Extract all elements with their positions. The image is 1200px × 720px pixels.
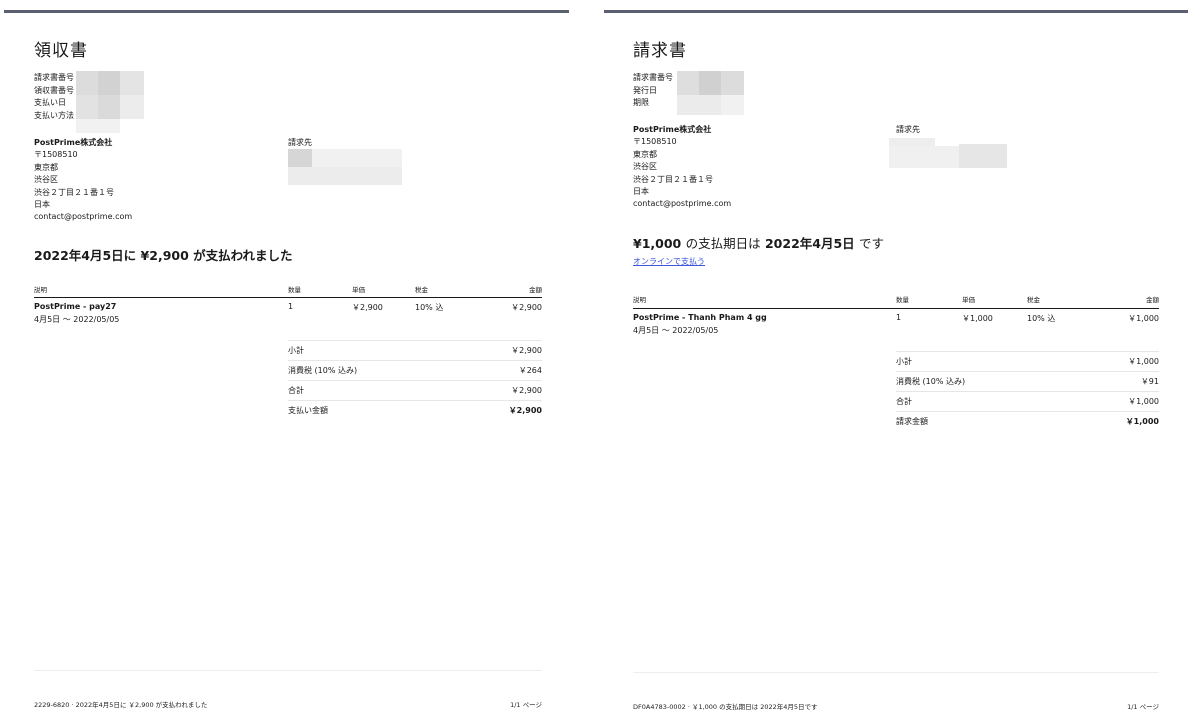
item-unit-price: ￥2,900: [352, 303, 383, 312]
invoice-title: 請求書: [633, 41, 687, 61]
headline-suffix: です: [859, 236, 885, 251]
seller-address-block: PostPrime株式会社 〒1508510 東京都 渋谷区 渋谷２丁目２１番１…: [633, 124, 731, 211]
col-quantity: 数量: [896, 296, 909, 304]
item-period: 4月5日 ～ 2022/05/05: [34, 315, 120, 324]
seller-prefecture: 東京都: [34, 162, 58, 172]
headline-suffix: が支払われました: [193, 248, 293, 263]
footer-rule: [633, 672, 1159, 673]
receipt-meta-labels: 請求書番号 領収書番号 支払い日 支払い方法: [34, 72, 74, 122]
due-headline: ¥1,000 の支払期日は 2022年4月5日 です: [633, 233, 884, 252]
pay-online-link[interactable]: オンラインで支払う: [633, 256, 705, 267]
seller-postal: 〒1508510: [633, 137, 677, 147]
seller-postal: 〒1508510: [34, 150, 78, 160]
page-top-bar: [604, 10, 1188, 13]
headline-amount: ¥2,900: [140, 248, 189, 263]
receipt-title: 領収書: [34, 41, 88, 61]
meta-label-issue-date: 発行日: [633, 85, 657, 95]
seller-street: 渋谷２丁目２１番１号: [34, 187, 114, 197]
headline-mid: の支払期日は: [685, 236, 761, 251]
line-items-header: 説明 数量 単価 税金 金額: [633, 294, 1159, 304]
footer-page-number: 1/1 ページ: [1127, 703, 1159, 711]
bill-to-label: 請求先: [288, 138, 312, 147]
item-description: PostPrime - Thanh Pham 4 gg: [633, 313, 767, 322]
summary-block: 小計 ￥1,000 消費税 (10% 込み) ￥91 合計 ￥1,000 請求金…: [896, 351, 1159, 431]
meta-label-invoice-number: 請求書番号: [633, 73, 673, 82]
seller-ward: 渋谷区: [34, 175, 58, 185]
summary-subtotal-label: 小計: [288, 346, 304, 355]
summary-total-label: 合計: [288, 386, 304, 395]
meta-label-receipt-number: 領収書番号: [34, 85, 74, 95]
seller-prefecture: 東京都: [633, 149, 657, 159]
summary-block: 小計 ￥2,900 消費税 (10% 込み) ￥264 合計 ￥2,900 支払…: [288, 340, 542, 420]
item-description: PostPrime - pay27: [34, 302, 117, 311]
col-quantity: 数量: [288, 286, 301, 294]
summary-paid-label: 支払い金額: [288, 406, 328, 415]
seller-address-block: PostPrime株式会社 〒1508510 東京都 渋谷区 渋谷２丁目２１番１…: [34, 137, 132, 224]
header-rule: [34, 297, 542, 298]
summary-total-value: ￥2,900: [511, 386, 542, 395]
col-description: 説明: [34, 286, 47, 294]
headline-amount: ¥1,000: [633, 236, 682, 251]
meta-label-payment-date: 支払い日: [34, 98, 66, 107]
item-period: 4月5日 ～ 2022/05/05: [633, 326, 719, 335]
summary-subtotal-value: ￥1,000: [1128, 357, 1159, 366]
seller-name: PostPrime株式会社: [633, 125, 712, 134]
footer-summary: 2229-6820 · 2022年4月5日に ￥2,900 が支払われました: [34, 701, 208, 709]
summary-amount-due-label: 請求金額: [896, 417, 928, 426]
seller-country: 日本: [34, 200, 50, 210]
bill-to-label: 請求先: [896, 125, 920, 134]
item-amount: ￥2,900: [511, 303, 542, 312]
footer-rule: [34, 670, 542, 671]
col-unit-price: 単価: [352, 286, 365, 294]
summary-tax-value: ￥91: [1140, 377, 1159, 386]
summary-subtotal-value: ￥2,900: [511, 346, 542, 355]
col-tax: 税金: [415, 286, 428, 294]
headline-date: 2022年4月5日: [764, 236, 855, 251]
seller-name: PostPrime株式会社: [34, 138, 113, 147]
item-quantity: 1: [896, 313, 902, 322]
col-amount: 金額: [529, 286, 542, 294]
footer-summary: DF0A4783-0002 · ￥1,000 の支払期日は 2022年4月5日で…: [633, 703, 818, 711]
item-quantity: 1: [288, 302, 294, 311]
meta-label-due-date: 期限: [633, 98, 649, 107]
seller-email: contact@postprime.com: [34, 212, 133, 222]
summary-amount-due-value: ￥1,000: [1125, 417, 1159, 426]
table-row: PostPrime - Thanh Pham 4 gg 4月5日 ～ 2022/…: [633, 313, 1159, 339]
summary-tax-value: ￥264: [518, 366, 542, 375]
item-tax: 10% 込: [1027, 314, 1056, 323]
item-unit-price: ￥1,000: [962, 314, 993, 323]
payment-headline: 2022年4月5日に ¥2,900 が支払われました: [34, 245, 293, 264]
invoice-meta-labels: 請求書番号 発行日 期限: [633, 72, 673, 110]
col-description: 説明: [633, 296, 646, 304]
invoice-page: 請求書 請求書番号 発行日 期限 PostPrime株式会社 〒1508510 …: [604, 0, 1188, 720]
summary-total-label: 合計: [896, 397, 912, 406]
seller-email: contact@postprime.com: [633, 199, 732, 209]
item-tax: 10% 込: [415, 303, 444, 312]
line-items-header: 説明 数量 単価 税金 金額: [34, 284, 542, 294]
summary-tax-label: 消費税 (10% 込み): [896, 377, 966, 386]
seller-street: 渋谷２丁目２１番１号: [633, 174, 713, 184]
summary-paid-value: ￥2,900: [508, 406, 542, 415]
footer-page-number: 1/1 ページ: [510, 701, 542, 709]
summary-tax-label: 消費税 (10% 込み): [288, 366, 358, 375]
item-amount: ￥1,000: [1128, 314, 1159, 323]
meta-label-invoice-number: 請求書番号: [34, 73, 74, 82]
receipt-page: 領収書 請求書番号 領収書番号 支払い日 支払い方法 PostPrime株式会社…: [4, 0, 569, 720]
headline-date: 2022年4月5日に: [34, 248, 137, 263]
meta-label-payment-method: 支払い方法: [34, 110, 74, 120]
header-rule: [633, 308, 1159, 309]
table-row: PostPrime - pay27 4月5日 ～ 2022/05/05 1 ￥2…: [34, 302, 542, 328]
col-tax: 税金: [1027, 296, 1040, 304]
seller-country: 日本: [633, 187, 649, 197]
col-unit-price: 単価: [962, 296, 975, 304]
summary-total-value: ￥1,000: [1128, 397, 1159, 406]
page-top-bar: [4, 10, 569, 13]
col-amount: 金額: [1146, 296, 1159, 304]
summary-subtotal-label: 小計: [896, 357, 912, 366]
seller-ward: 渋谷区: [633, 162, 657, 172]
